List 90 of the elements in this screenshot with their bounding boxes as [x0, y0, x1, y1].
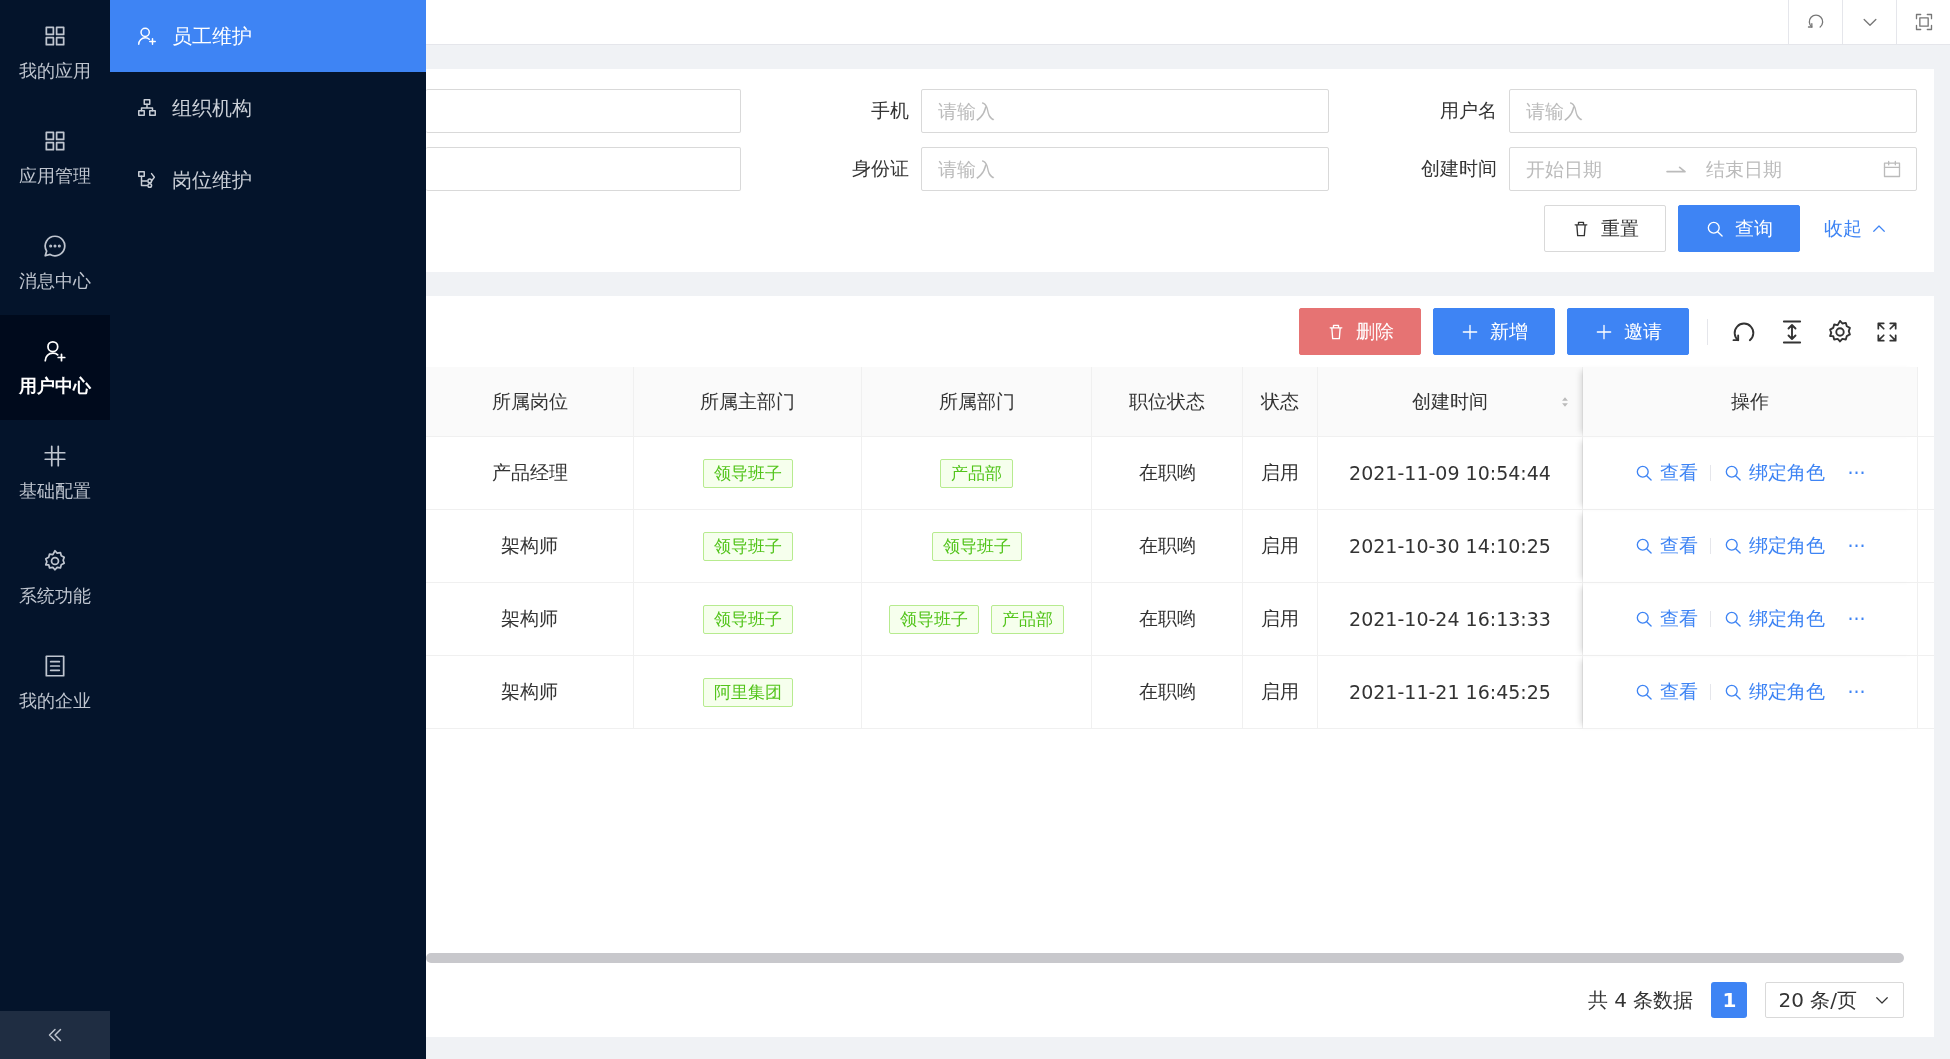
more-button[interactable]: ··· [1837, 535, 1866, 557]
building-icon [42, 652, 68, 679]
submenu-item[interactable]: 组织机构 [110, 72, 426, 144]
arrow-right-icon [1666, 165, 1686, 173]
table-cell: 2021-11-21 16:45:25 [1318, 656, 1583, 729]
delete-button[interactable]: 删除 [1299, 308, 1421, 355]
scrollbar[interactable] [426, 953, 1904, 963]
column-header[interactable]: 创建时间 [1318, 367, 1583, 437]
table-cell: 在职哟 [1092, 437, 1243, 510]
table-cell: 在职哟 [1092, 510, 1243, 583]
field-label: 用户名 [1439, 98, 1498, 123]
department-tag: 领导班子 [931, 531, 1022, 561]
table-cell: 启用 [1243, 510, 1318, 583]
table-cell: 启用 [1243, 583, 1318, 656]
search-icon [1723, 536, 1744, 556]
action-link[interactable]: 查看 [1634, 460, 1699, 486]
rail-item[interactable]: 用户中心 [0, 315, 110, 420]
column-header: 所属部门 [862, 367, 1092, 437]
table-cell: 架构师 [426, 583, 634, 656]
input-field[interactable]: 请输入 [921, 147, 1329, 191]
department-tag: 产品部 [991, 604, 1064, 634]
action-link[interactable]: 绑定角色 [1723, 533, 1826, 559]
hash-icon [42, 442, 68, 469]
action-link[interactable]: 绑定角色 [1723, 606, 1826, 632]
table-cell: 2021-10-24 16:13:33 [1318, 583, 1583, 656]
action-link[interactable]: 绑定角色 [1723, 679, 1826, 705]
search-icon [1634, 609, 1655, 629]
rail-item[interactable]: 消息中心 [0, 210, 110, 315]
department-tag: 领导班子 [702, 458, 793, 488]
action-button[interactable]: 邀请 [1567, 308, 1689, 355]
collapse-button[interactable] [0, 1011, 110, 1059]
field-label: 手机 [870, 98, 910, 123]
input-field[interactable]: 请输入 [1509, 89, 1917, 133]
column-header: 所属主部门 [634, 367, 862, 437]
rail-item[interactable]: 系统功能 [0, 525, 110, 630]
collapse-link[interactable]: 收起 [1812, 215, 1918, 242]
action-button[interactable]: 新增 [1433, 308, 1555, 355]
table-cell: 启用 [1243, 437, 1318, 510]
more-button[interactable]: ··· [1837, 608, 1866, 630]
calendar-icon [1882, 159, 1902, 179]
action-link[interactable]: 查看 [1634, 533, 1699, 559]
page-button[interactable]: 1 [1711, 982, 1748, 1018]
field-label: 创建时间 [1420, 156, 1498, 181]
input-field[interactable]: 请输入 [921, 89, 1329, 133]
chat-bubble-icon [42, 232, 68, 259]
submenu-item[interactable]: 员工维护 [110, 0, 426, 72]
action-link[interactable]: 查看 [1634, 606, 1699, 632]
user-add-icon [136, 25, 158, 47]
rail-item[interactable]: 我的企业 [0, 630, 110, 735]
submenu-item[interactable]: 岗位维护 [110, 144, 426, 216]
table-cell: 架构师 [426, 510, 634, 583]
input-field[interactable] [426, 147, 741, 191]
search-icon [1634, 463, 1655, 483]
column-header: 状态 [1243, 367, 1318, 437]
search-icon [1634, 682, 1655, 702]
hierarchy-icon [136, 169, 158, 191]
more-button[interactable]: ··· [1837, 681, 1866, 703]
column-header: 操作 [1583, 367, 1918, 437]
department-tag: 阿里集团 [702, 677, 793, 707]
rail-item[interactable]: 应用管理 [0, 105, 110, 210]
rail-item[interactable]: 基础配置 [0, 420, 110, 525]
fullscreen-icon [1913, 12, 1934, 32]
action-button[interactable]: 重置 [1544, 205, 1666, 252]
department-tag: 领导班子 [889, 604, 979, 634]
input-field[interactable] [426, 89, 741, 133]
page-size-select[interactable]: 20 条/页 [1765, 982, 1904, 1018]
action-link[interactable]: 绑定角色 [1723, 460, 1826, 486]
department-tag: 领导班子 [702, 531, 793, 561]
table-cell: 架构师 [426, 656, 634, 729]
org-chart-icon [136, 97, 158, 119]
field-label: 身份证 [851, 156, 910, 181]
table-cell: 2021-10-30 14:10:25 [1318, 510, 1583, 583]
table-cell: 启用 [1243, 656, 1318, 729]
more-button[interactable]: ··· [1837, 462, 1866, 484]
column-header: 所属岗位 [426, 367, 634, 437]
department-tag: 领导班子 [702, 604, 793, 634]
action-button[interactable]: 查询 [1678, 205, 1800, 252]
action-link[interactable]: 查看 [1634, 679, 1699, 705]
table-cell: 在职哟 [1092, 656, 1243, 729]
total-count: 共 4 条数据 [1588, 986, 1694, 1014]
rail-item[interactable]: 我的应用 [0, 0, 110, 105]
search-icon [1723, 463, 1744, 483]
search-icon [1723, 609, 1744, 629]
search-icon [1723, 682, 1744, 702]
search-icon [1634, 536, 1655, 556]
table-cell: 产品经理 [426, 437, 634, 510]
department-tag: 产品部 [940, 458, 1013, 488]
column-header: 职位状态 [1092, 367, 1243, 437]
table-cell: 2021-11-09 10:54:44 [1318, 437, 1583, 510]
table-cell: 在职哟 [1092, 583, 1243, 656]
